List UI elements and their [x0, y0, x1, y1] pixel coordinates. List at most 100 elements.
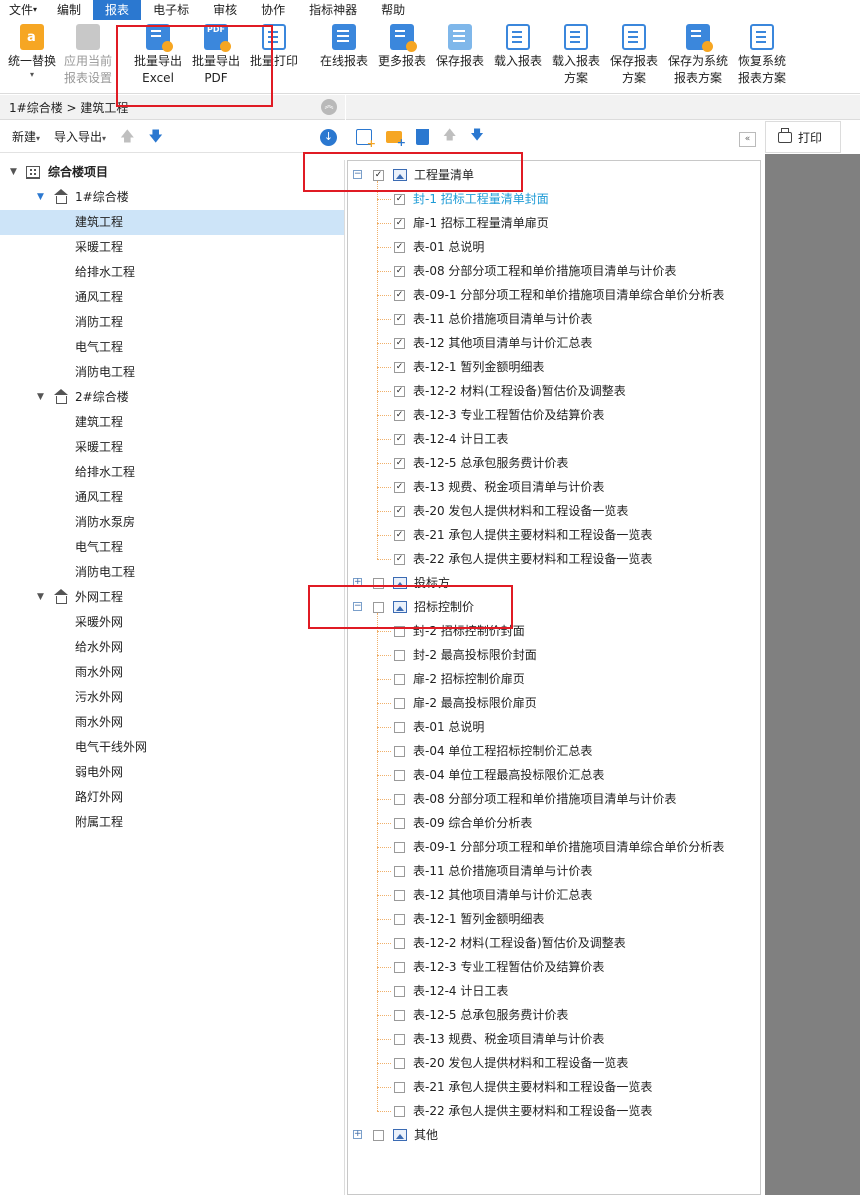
- new-button[interactable]: 新建▾: [12, 128, 40, 145]
- report-checkbox[interactable]: ✓: [394, 314, 405, 325]
- report-item[interactable]: ✓ 表-08 分部分项工程和单价措施项目清单与计价表: [348, 259, 758, 283]
- report-checkbox[interactable]: ✓: [394, 386, 405, 397]
- report-item[interactable]: 表-04 单位工程最高投标限价汇总表: [348, 763, 758, 787]
- add-folder-icon[interactable]: [386, 131, 406, 149]
- tree-item-node[interactable]: 弱电外网: [0, 760, 344, 785]
- report-group[interactable]: + 投标方: [348, 571, 758, 595]
- delete-icon[interactable]: [416, 129, 429, 145]
- report-item[interactable]: ✓ 表-12-5 总承包服务费计价表: [348, 451, 758, 475]
- save-report-scheme-button[interactable]: 保存报表 方案: [610, 24, 658, 87]
- tree-item-node[interactable]: 建筑工程: [0, 410, 344, 435]
- restore-system-scheme-button[interactable]: 恢复系统 报表方案: [738, 24, 786, 87]
- tree-item-node[interactable]: 通风工程: [0, 485, 344, 510]
- tree-item-node[interactable]: 给排水工程: [0, 260, 344, 285]
- unify-replace-button[interactable]: 统一替换 ▾: [8, 24, 56, 80]
- collapse-icon[interactable]: −: [353, 602, 362, 611]
- report-checkbox[interactable]: [394, 746, 405, 757]
- group-checkbox[interactable]: [373, 1130, 384, 1141]
- report-checkbox[interactable]: [394, 1106, 405, 1117]
- move-up-icon[interactable]: 🡅: [120, 130, 134, 144]
- menu-item[interactable]: 报表: [93, 0, 142, 20]
- report-checkbox[interactable]: ✓: [394, 218, 405, 229]
- expand-toggle-icon[interactable]: ▼: [37, 385, 44, 410]
- expand-toggle-icon[interactable]: ▼: [10, 160, 17, 185]
- report-group[interactable]: − 招标控制价: [348, 595, 758, 619]
- report-item[interactable]: ✓ 表-09-1 分部分项工程和单价措施项目清单综合单价分析表: [348, 283, 758, 307]
- tree-item-node[interactable]: 给水外网: [0, 635, 344, 660]
- report-item[interactable]: ✓ 封-1 招标工程量清单封面: [348, 187, 758, 211]
- menu-item[interactable]: 文件: [0, 0, 45, 20]
- expand-toggle-icon[interactable]: ▼: [37, 185, 44, 210]
- report-item[interactable]: 表-21 承包人提供主要材料和工程设备一览表: [348, 1075, 758, 1099]
- report-item[interactable]: ✓ 表-01 总说明: [348, 235, 758, 259]
- import-export-button[interactable]: 导入导出▾: [54, 128, 106, 145]
- report-checkbox[interactable]: ✓: [394, 194, 405, 205]
- menu-item[interactable]: 协作: [249, 0, 297, 20]
- report-item[interactable]: 扉-2 最高投标限价扉页: [348, 691, 758, 715]
- load-report-button[interactable]: 载入报表: [494, 24, 542, 70]
- collapse-icon[interactable]: −: [353, 170, 362, 179]
- tree-item-node[interactable]: 采暖工程: [0, 435, 344, 460]
- load-report-scheme-button[interactable]: 载入报表 方案: [552, 24, 600, 87]
- report-checkbox[interactable]: [394, 650, 405, 661]
- tree-item-node[interactable]: 雨水外网: [0, 660, 344, 685]
- report-checkbox[interactable]: ✓: [394, 362, 405, 373]
- tree-item-node[interactable]: 给排水工程: [0, 460, 344, 485]
- tree-item-node[interactable]: 采暖外网: [0, 610, 344, 635]
- group-checkbox[interactable]: ✓: [373, 170, 384, 181]
- group-checkbox[interactable]: [373, 602, 384, 613]
- report-checkbox[interactable]: [394, 866, 405, 877]
- report-item[interactable]: 表-08 分部分项工程和单价措施项目清单与计价表: [348, 787, 758, 811]
- expand-icon[interactable]: +: [353, 1130, 362, 1139]
- batch-export-excel-button[interactable]: 批量导出 Excel: [134, 24, 182, 87]
- tree-item-node[interactable]: 消防工程: [0, 310, 344, 335]
- tree-item-node[interactable]: 污水外网: [0, 685, 344, 710]
- report-item[interactable]: 表-12 其他项目清单与计价汇总表: [348, 883, 758, 907]
- add-report-icon[interactable]: [356, 129, 376, 150]
- report-group[interactable]: − ✓ 工程量清单: [348, 163, 758, 187]
- report-checkbox[interactable]: [394, 962, 405, 973]
- report-checkbox[interactable]: ✓: [394, 458, 405, 469]
- report-item[interactable]: ✓ 扉-1 招标工程量清单扉页: [348, 211, 758, 235]
- report-item[interactable]: ✓ 表-21 承包人提供主要材料和工程设备一览表: [348, 523, 758, 547]
- tree-item-node[interactable]: 电气干线外网: [0, 735, 344, 760]
- report-checkbox[interactable]: [394, 890, 405, 901]
- report-checkbox[interactable]: ✓: [394, 554, 405, 565]
- tree-item-node[interactable]: 附属工程: [0, 810, 344, 835]
- report-item[interactable]: 表-12-5 总承包服务费计价表: [348, 1003, 758, 1027]
- batch-print-button[interactable]: 批量打印: [250, 24, 298, 70]
- tree-item-node[interactable]: 采暖工程: [0, 235, 344, 260]
- tree-item-node[interactable]: 消防水泵房: [0, 510, 344, 535]
- report-item[interactable]: ✓ 表-12-1 暂列金额明细表: [348, 355, 758, 379]
- tree-item-node[interactable]: 通风工程: [0, 285, 344, 310]
- report-checkbox[interactable]: ✓: [394, 242, 405, 253]
- report-checkbox[interactable]: [394, 1010, 405, 1021]
- tree-item-node[interactable]: 建筑工程: [0, 210, 344, 235]
- report-checkbox[interactable]: [394, 722, 405, 733]
- report-checkbox[interactable]: ✓: [394, 266, 405, 277]
- menu-item[interactable]: 帮助: [369, 0, 417, 20]
- tree-item-node[interactable]: 消防电工程: [0, 360, 344, 385]
- report-checkbox[interactable]: [394, 938, 405, 949]
- report-item[interactable]: 表-09-1 分部分项工程和单价措施项目清单综合单价分析表: [348, 835, 758, 859]
- report-checkbox[interactable]: [394, 698, 405, 709]
- report-item[interactable]: 表-04 单位工程招标控制价汇总表: [348, 739, 758, 763]
- group-checkbox[interactable]: [373, 578, 384, 589]
- report-checkbox[interactable]: [394, 626, 405, 637]
- tree-project-node[interactable]: ▼ 综合楼项目: [0, 160, 344, 185]
- report-checkbox[interactable]: [394, 770, 405, 781]
- menu-item[interactable]: 审核: [201, 0, 249, 20]
- save-as-system-scheme-button[interactable]: 保存为系统 报表方案: [668, 24, 728, 87]
- report-item[interactable]: 表-01 总说明: [348, 715, 758, 739]
- report-checkbox[interactable]: ✓: [394, 434, 405, 445]
- tree-building-node[interactable]: ▼ 1#综合楼: [0, 185, 344, 210]
- report-checkbox[interactable]: [394, 1058, 405, 1069]
- report-item[interactable]: ✓ 表-13 规费、税金项目清单与计价表: [348, 475, 758, 499]
- apply-current-settings-button[interactable]: 应用当前 报表设置: [64, 24, 112, 87]
- menu-item[interactable]: 编制: [45, 0, 93, 20]
- report-item[interactable]: ✓ 表-12-4 计日工表: [348, 427, 758, 451]
- collapse-up-icon[interactable]: ︽: [321, 99, 337, 115]
- expand-toggle-icon[interactable]: ▼: [37, 585, 44, 610]
- print-button[interactable]: 打印: [765, 121, 841, 153]
- report-checkbox[interactable]: [394, 914, 405, 925]
